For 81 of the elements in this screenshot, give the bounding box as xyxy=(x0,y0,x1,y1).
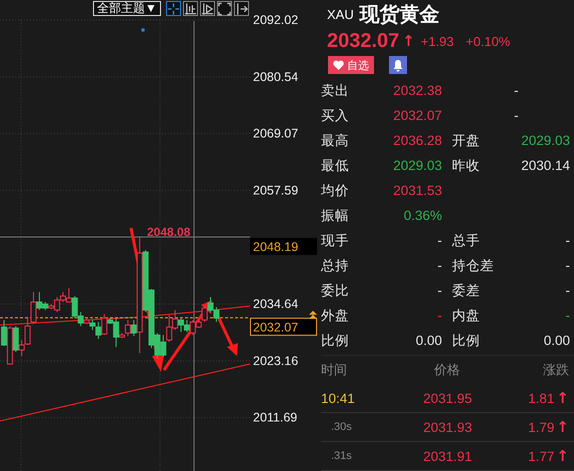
tool-button[interactable] xyxy=(234,1,249,16)
stat-value: - xyxy=(514,108,520,123)
stat-value: - xyxy=(564,283,570,298)
stat-label: 委差 xyxy=(451,282,481,300)
theme-dropdown[interactable]: 全部主题▼ xyxy=(93,1,161,16)
tool-button[interactable] xyxy=(200,1,215,16)
stat-label: 现手 xyxy=(321,232,350,250)
trade-time: .30s xyxy=(330,421,353,433)
stat-label: 最低 xyxy=(321,156,350,174)
stat-value: 0.00 xyxy=(414,333,442,348)
stat-value: 2032.07 xyxy=(392,108,442,123)
stat-value: - xyxy=(564,233,570,248)
axis-label: 2034.64 xyxy=(253,297,298,312)
marker-dot xyxy=(141,28,145,32)
stat-value: 2029.03 xyxy=(392,158,442,173)
stat-value: - xyxy=(436,233,442,248)
stat-value: - xyxy=(436,283,442,298)
stat-value: 2032.38 xyxy=(392,83,442,98)
stat-value: - xyxy=(564,308,570,323)
stat-label: 持仓差 xyxy=(451,256,495,274)
up-arrow: ↑ xyxy=(402,32,415,50)
up-arrow: ↑ xyxy=(556,389,569,407)
heart-icon xyxy=(333,60,344,70)
tool-button[interactable] xyxy=(216,1,232,16)
stat-label: 内盘 xyxy=(451,306,481,324)
stat-value: 2030.14 xyxy=(520,158,570,173)
trade-time: .31s xyxy=(330,450,353,462)
up-arrow: ↑ xyxy=(556,447,569,465)
axis-label: 2011.69 xyxy=(253,410,298,425)
stat-label: 昨收 xyxy=(451,156,481,174)
stat-value: 2036.28 xyxy=(392,133,442,148)
stat-value: - xyxy=(436,258,442,273)
stat-value: 2031.53 xyxy=(392,183,442,198)
axis-label: 2080.54 xyxy=(253,70,298,84)
stat-label: 开盘 xyxy=(451,132,481,150)
column-header: 时间 xyxy=(321,361,348,379)
stat-value: 0.00 xyxy=(542,333,570,348)
axis-label: 2057.59 xyxy=(253,183,298,198)
double-caret-icon xyxy=(309,310,317,319)
stat-label: 总持 xyxy=(321,256,350,274)
trade-price: 2031.93 xyxy=(422,420,472,434)
watchlist-button[interactable]: 自选 xyxy=(328,56,374,74)
stat-label: 比例 xyxy=(321,332,350,350)
stat-label: 最高 xyxy=(321,132,350,150)
up-arrow: ↑ xyxy=(556,418,569,436)
tool-button[interactable] xyxy=(166,1,181,16)
stat-value: 2029.03 xyxy=(520,133,570,148)
current-price-label: 2032.07 xyxy=(250,318,317,336)
instrument-name: 现货黄金 xyxy=(360,2,440,28)
stat-value: - xyxy=(436,308,442,323)
tool-button[interactable] xyxy=(182,1,198,16)
stat-label: 外盘 xyxy=(321,306,350,324)
stat-label: 买入 xyxy=(321,106,350,124)
stat-label: 总手 xyxy=(451,232,481,250)
price-change: +1.93 xyxy=(420,34,454,48)
trade-change: 1.77 xyxy=(528,448,554,464)
axis-label: 2023.16 xyxy=(253,354,298,368)
stat-label: 卖出 xyxy=(321,82,350,100)
last-price: 2032.07 xyxy=(327,30,400,52)
axis-label: 2092.02 xyxy=(253,13,298,27)
column-header: 涨跌 xyxy=(542,361,569,379)
trade-time: 10:41 xyxy=(321,390,356,406)
crosshair-price-label: 2048.19 xyxy=(250,238,317,255)
percent-change: +0.10% xyxy=(466,34,510,48)
trade-change: 1.81 xyxy=(528,390,554,406)
alert-button[interactable] xyxy=(389,56,407,74)
stat-value: - xyxy=(564,258,570,273)
trade-price: 2031.95 xyxy=(422,390,472,406)
trade-change: 1.79 xyxy=(528,420,554,434)
bell-icon xyxy=(392,58,404,72)
column-header: 价格 xyxy=(433,361,461,379)
high-price-label: 2048.08 xyxy=(147,225,190,239)
stat-value: - xyxy=(514,83,520,98)
stat-label: 均价 xyxy=(321,182,350,200)
axis-label: 2069.07 xyxy=(253,126,298,141)
stat-label: 比例 xyxy=(451,332,481,350)
stat-label: 振幅 xyxy=(321,206,350,224)
stat-label: 委比 xyxy=(321,282,350,300)
trade-price: 2031.91 xyxy=(422,448,472,464)
symbol-code: XAU xyxy=(327,6,354,22)
stat-value: 0.36% xyxy=(402,208,442,223)
